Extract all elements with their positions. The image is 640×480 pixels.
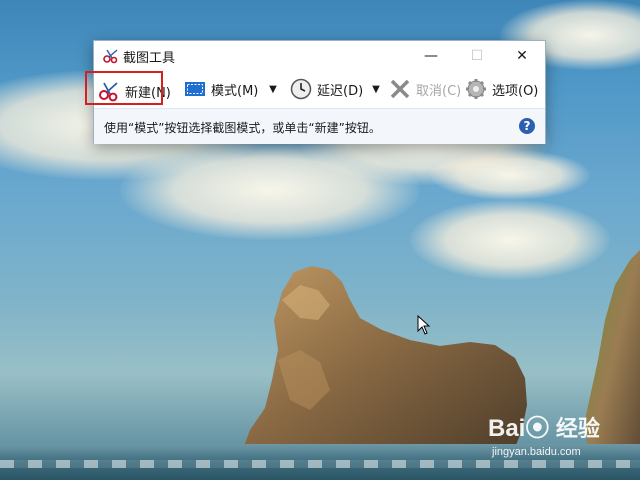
close-button[interactable]: ✕ — [499, 41, 545, 71]
clock-icon — [290, 78, 312, 100]
snipping-tool-window: 截图工具 — ☐ ✕ 新建(N) 模式(M) ▼ 延迟(D) ▼ 取消(C) 选… — [85, 40, 546, 144]
mode-dropdown-arrow[interactable]: ▼ — [266, 76, 280, 102]
mouse-pointer-icon — [417, 315, 431, 335]
options-button[interactable]: 选项(O) — [465, 76, 538, 102]
status-bar: 使用“模式”按钮选择截图模式，或单击“新建”按钮。 ? — [94, 108, 545, 144]
desktop-wallpaper: 截图工具 — ☐ ✕ 新建(N) 模式(M) ▼ 延迟(D) ▼ 取消(C) 选… — [0, 0, 640, 480]
toolbar: 新建(N) 模式(M) ▼ 延迟(D) ▼ 取消(C) 选项(O) — [85, 71, 545, 108]
maximize-button[interactable]: ☐ — [454, 41, 500, 71]
baidu-watermark: Bai⦿ 经验 jingyan.baidu.com — [488, 408, 628, 468]
new-button[interactable]: 新建(N) — [85, 71, 173, 107]
status-text: 使用“模式”按钮选择截图模式，或单击“新建”按钮。 — [104, 121, 381, 135]
highlight-box — [85, 71, 163, 105]
delay-dropdown-arrow[interactable]: ▼ — [369, 76, 383, 102]
window-title: 截图工具 — [123, 51, 176, 66]
x-icon — [390, 79, 410, 99]
mode-button[interactable]: 模式(M) — [184, 76, 258, 102]
minimize-button[interactable]: — — [408, 41, 454, 71]
scissors-icon — [103, 49, 118, 64]
rectangle-snip-icon — [185, 82, 205, 96]
gear-icon — [466, 79, 486, 99]
cancel-label: 取消(C) — [416, 83, 462, 99]
mode-label: 模式(M) — [211, 83, 259, 99]
cancel-button[interactable]: 取消(C) — [389, 76, 461, 102]
watermark-url: jingyan.baidu.com — [492, 446, 581, 458]
options-label: 选项(O) — [492, 83, 539, 99]
delay-button[interactable]: 延迟(D) — [290, 76, 363, 102]
watermark-logo: Bai⦿ — [488, 415, 550, 442]
watermark-cn: 经验 — [555, 416, 600, 441]
title-bar[interactable]: 截图工具 — ☐ ✕ — [94, 41, 545, 71]
question-icon[interactable]: ? — [519, 118, 535, 134]
delay-label: 延迟(D) — [317, 83, 364, 99]
